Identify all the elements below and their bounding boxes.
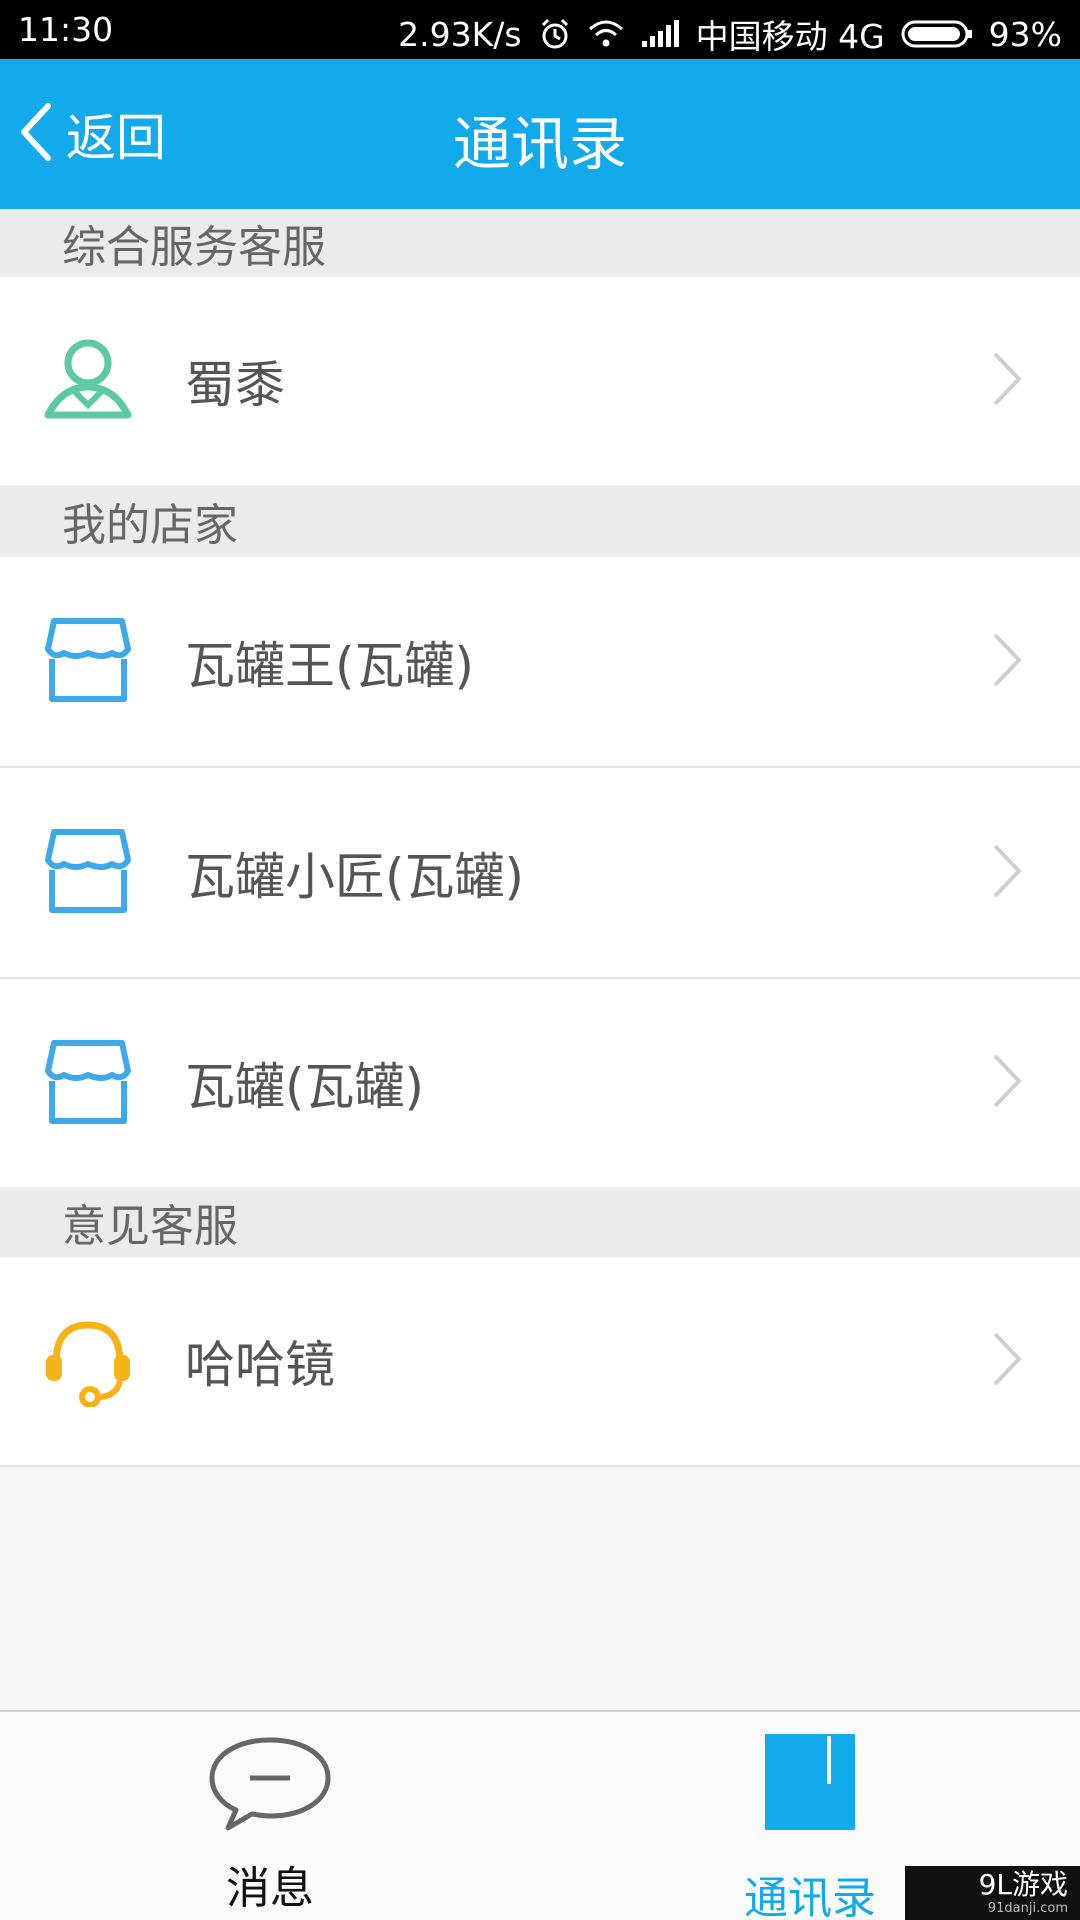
network-speed: 2.93K/s — [398, 14, 522, 54]
store-name: 瓦罐小匠(瓦罐) — [185, 847, 525, 906]
signal-icon — [640, 19, 680, 49]
wifi-icon — [588, 19, 624, 49]
carrier-label: 中国移动 4G — [695, 17, 885, 56]
contacts-icon — [765, 1734, 855, 1834]
status-time: 11:30 — [18, 10, 114, 49]
store-row[interactable]: 瓦罐王(瓦罐) — [0, 557, 1080, 766]
contact-name: 哈哈镜 — [185, 1336, 335, 1394]
section-header-service: 综合服务客服 — [0, 209, 1080, 277]
contact-row[interactable]: 哈哈镜 — [0, 1257, 1080, 1465]
alarm-icon — [538, 17, 572, 51]
row-divider — [0, 1465, 1080, 1467]
watermark-logo: 9L游戏 91danji.com — [905, 1866, 1080, 1920]
chevron-right-icon — [990, 841, 1024, 905]
section-header-feedback: 意见客服 — [0, 1187, 1080, 1257]
chat-bubble-icon — [206, 1734, 334, 1838]
section-header-stores: 我的店家 — [0, 485, 1080, 557]
nav-bar: 返回 通讯录 — [0, 59, 1080, 209]
watermark-brand: 9L游戏 — [978, 1868, 1068, 1901]
chevron-right-icon — [990, 1051, 1024, 1115]
battery-level: 93% — [988, 14, 1062, 54]
watermark-url: 91danji.com — [987, 1901, 1068, 1916]
chevron-right-icon — [990, 630, 1024, 694]
person-icon — [42, 335, 134, 431]
tab-label-messages: 消息 — [226, 1863, 314, 1914]
status-right-group: 2.93K/s 中国移动 4G 93% — [398, 10, 1062, 58]
store-row[interactable]: 瓦罐(瓦罐) — [0, 979, 1080, 1187]
store-name: 瓦罐王(瓦罐) — [185, 636, 475, 695]
chevron-right-icon — [990, 349, 1024, 413]
headset-icon — [42, 1315, 134, 1411]
store-icon — [42, 1037, 134, 1133]
tab-messages[interactable]: 消息 — [120, 1712, 420, 1920]
chevron-right-icon — [990, 1329, 1024, 1393]
store-row[interactable]: 瓦罐小匠(瓦罐) — [0, 768, 1080, 977]
store-icon — [42, 615, 134, 711]
page-title: 通讯录 — [452, 110, 627, 178]
status-bar: 11:30 2.93K/s 中国移动 4G 93% — [0, 0, 1080, 59]
store-icon — [42, 826, 134, 922]
contact-name: 蜀黍 — [185, 356, 285, 414]
battery-icon — [901, 19, 973, 49]
store-name: 瓦罐(瓦罐) — [185, 1058, 425, 1116]
contact-row[interactable]: 蜀黍 — [0, 277, 1080, 485]
